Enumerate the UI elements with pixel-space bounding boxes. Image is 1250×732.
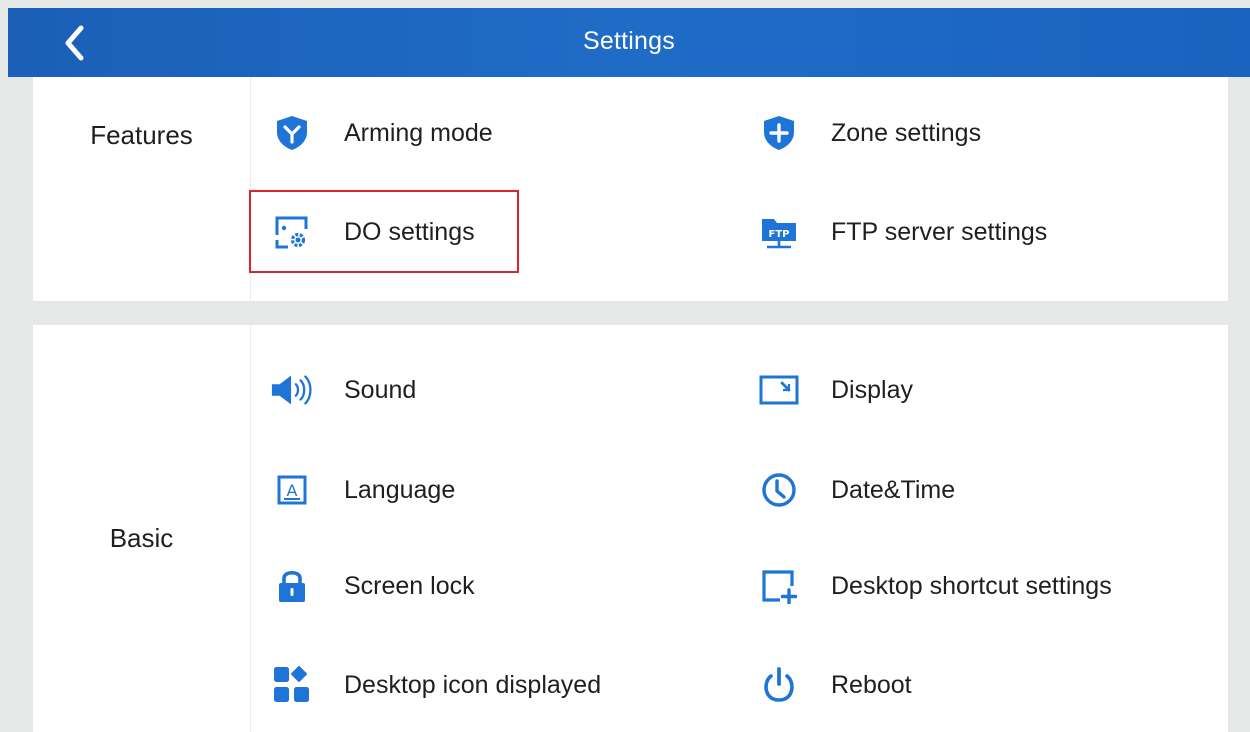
ftp-icon-text: FTP — [769, 229, 790, 240]
shield-y-icon — [270, 111, 314, 155]
language-icon: A — [270, 468, 314, 512]
language-icon-text: A — [287, 481, 298, 500]
setting-display[interactable]: Display — [757, 362, 913, 418]
display-icon — [757, 368, 801, 412]
power-icon — [757, 663, 801, 707]
lock-icon — [270, 564, 314, 608]
section-divider — [250, 325, 251, 732]
setting-label: Sound — [344, 375, 417, 404]
shield-plus-icon — [757, 111, 801, 155]
shortcut-plus-icon — [757, 564, 801, 608]
highlight-box — [249, 190, 519, 273]
setting-screen-lock[interactable]: Screen lock — [270, 558, 475, 614]
setting-label: Arming mode — [344, 118, 493, 147]
setting-reboot[interactable]: Reboot — [757, 657, 912, 713]
setting-arming-mode[interactable]: Arming mode — [270, 105, 493, 161]
speaker-icon — [270, 368, 314, 412]
setting-label: Screen lock — [344, 571, 475, 600]
setting-language[interactable]: A Language — [270, 462, 455, 518]
setting-sound[interactable]: Sound — [270, 362, 416, 418]
setting-desktop-icon-displayed[interactable]: Desktop icon displayed — [270, 657, 601, 713]
setting-label: Display — [831, 375, 913, 404]
setting-label: Zone settings — [831, 118, 982, 147]
ftp-folder-icon: FTP — [757, 210, 801, 254]
setting-date-time[interactable]: Date&Time — [757, 462, 955, 518]
setting-label: Desktop icon displayed — [344, 670, 602, 699]
features-section: Features Arming mode Zone settings DO se… — [33, 77, 1228, 301]
setting-label: Date&Time — [831, 475, 956, 504]
basic-section: Basic Sound Display A Language Date&Time… — [33, 325, 1228, 732]
setting-zone-settings[interactable]: Zone settings — [757, 105, 981, 161]
setting-label: FTP server settings — [831, 217, 1048, 246]
setting-label: Reboot — [831, 670, 912, 699]
setting-ftp-server[interactable]: FTP FTP server settings — [757, 204, 1047, 260]
page-title: Settings — [583, 27, 675, 55]
header-bar: Settings — [8, 8, 1250, 77]
section-label-features: Features — [90, 120, 193, 150]
setting-label: Desktop shortcut settings — [831, 571, 1112, 600]
clock-icon — [757, 468, 801, 512]
section-label-basic: Basic — [109, 523, 174, 553]
setting-label: Language — [344, 475, 456, 504]
desktop-icons-icon — [270, 663, 314, 707]
setting-desktop-shortcut[interactable]: Desktop shortcut settings — [757, 558, 1112, 614]
